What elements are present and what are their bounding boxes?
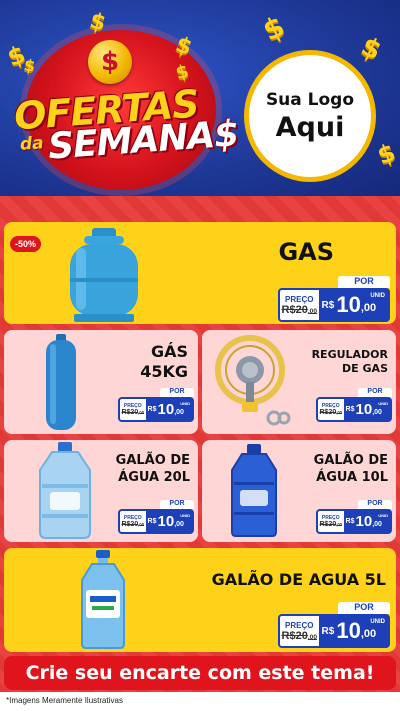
unit-label: UNID bbox=[370, 619, 385, 625]
unit-label: UNID bbox=[378, 401, 388, 406]
price-cents: ,00 bbox=[360, 302, 377, 314]
price-tag: POR PREÇO R$20,00 R$ 10 ,00 UNID bbox=[118, 500, 194, 534]
discount-badge: -50% bbox=[10, 236, 42, 252]
currency-symbol: R$ bbox=[345, 406, 355, 413]
product-name: REGULADOR DE GAS bbox=[311, 348, 388, 375]
old-price: R$20,00 bbox=[121, 521, 145, 528]
product-card-gas-45kg[interactable]: GÁS 45KG POR PREÇO R$20,00 R$ 10 ,00 UNI… bbox=[4, 330, 198, 434]
currency-symbol: R$ bbox=[321, 299, 335, 311]
unit-label: UNID bbox=[180, 513, 190, 518]
header-banner: $ $ $ $ $ $ $ $ $ OFERTAS da SEMANA$ Sua… bbox=[0, 0, 400, 196]
price-amount: 10 bbox=[355, 513, 373, 530]
price-cents: ,00 bbox=[174, 521, 184, 528]
por-label: POR bbox=[160, 388, 194, 397]
price-tag: POR PREÇO R$20,00 R$ 10 ,00 UNID bbox=[278, 276, 390, 322]
unit-label: UNID bbox=[378, 513, 388, 518]
price-amount: 10 bbox=[336, 618, 361, 643]
price-amount: 10 bbox=[157, 401, 175, 418]
preco-label: PREÇO bbox=[285, 620, 314, 630]
water-bottle-5l-icon bbox=[81, 550, 125, 649]
price-cents: ,00 bbox=[372, 521, 382, 528]
dollar-sign-icon: $ bbox=[22, 55, 37, 76]
dollar-sign-icon: $ bbox=[257, 9, 290, 48]
logo-text-line2: Aqui bbox=[275, 111, 345, 143]
logo-placeholder: Sua Logo Aqui bbox=[244, 50, 376, 182]
water-jug-10l-icon bbox=[231, 444, 277, 537]
disclaimer-text: *Imagens Meramente Ilustrativas bbox=[0, 692, 400, 711]
old-price: R$20,00 bbox=[319, 409, 343, 416]
price-tag: POR PREÇO R$20,00 R$ 10 ,00 UNID bbox=[278, 602, 390, 648]
product-name: GALÃO DE ÁGUA 20L bbox=[115, 453, 190, 485]
currency-symbol: R$ bbox=[147, 406, 157, 413]
unit-label: UNID bbox=[180, 401, 190, 406]
gas-regulator-icon bbox=[215, 335, 291, 426]
old-price: R$20,00 bbox=[281, 303, 318, 316]
gas-cylinder-icon bbox=[70, 228, 138, 322]
por-label: POR bbox=[358, 500, 392, 509]
product-card-galao-10l[interactable]: GALÃO DE ÁGUA 10L POR PREÇO R$20,00 R$ 1… bbox=[202, 440, 396, 542]
price-cents: ,00 bbox=[372, 409, 382, 416]
dollar-sign-icon: $ bbox=[356, 31, 386, 67]
price-amount: 10 bbox=[336, 292, 361, 317]
price-cents: ,00 bbox=[360, 628, 377, 640]
por-label: POR bbox=[160, 500, 194, 509]
dollar-sign-icon: $ bbox=[373, 137, 399, 171]
por-label: POR bbox=[358, 388, 392, 397]
price-tag: POR PREÇO R$20,00 R$ 10 ,00 UNID bbox=[118, 388, 194, 422]
product-card-regulador[interactable]: REGULADOR DE GAS POR PREÇO R$20,00 R$ 10… bbox=[202, 330, 396, 434]
unit-label: UNID bbox=[370, 293, 385, 299]
price-cents: ,00 bbox=[174, 409, 184, 416]
por-label: POR bbox=[338, 276, 390, 288]
product-name: GALÃO DE AGUA 5L bbox=[211, 570, 386, 589]
price-tag: POR PREÇO R$20,00 R$ 10 ,00 UNID bbox=[316, 500, 392, 534]
currency-symbol: R$ bbox=[147, 518, 157, 525]
product-card-gas[interactable]: -50% GAS POR PREÇO R$20,00 R$ 10 ,00 UNI… bbox=[4, 222, 396, 324]
product-card-galao-20l[interactable]: GALÃO DE ÁGUA 20L POR PREÇO R$20,00 R$ 1… bbox=[4, 440, 198, 542]
currency-symbol: R$ bbox=[321, 625, 335, 637]
tall-gas-cylinder-icon bbox=[46, 334, 76, 430]
currency-symbol: R$ bbox=[345, 518, 355, 525]
water-jug-20l-icon bbox=[39, 442, 91, 539]
logo-text-line1: Sua Logo bbox=[265, 89, 355, 110]
old-price: R$20,00 bbox=[281, 629, 318, 642]
price-amount: 10 bbox=[157, 513, 175, 530]
preco-label: PREÇO bbox=[285, 294, 314, 304]
old-price: R$20,00 bbox=[121, 409, 145, 416]
por-label: POR bbox=[338, 602, 390, 614]
product-name: GAS bbox=[278, 238, 334, 266]
dollar-coin-icon: $ bbox=[88, 40, 132, 84]
product-name: GÁS 45KG bbox=[140, 342, 188, 381]
title-da: da bbox=[19, 133, 45, 155]
old-price: R$20,00 bbox=[319, 521, 343, 528]
product-name: GALÃO DE ÁGUA 10L bbox=[313, 453, 388, 485]
product-card-galao-5l[interactable]: GALÃO DE AGUA 5L POR PREÇO R$20,00 R$ 10… bbox=[4, 548, 396, 652]
price-amount: 10 bbox=[355, 401, 373, 418]
cta-banner[interactable]: Crie seu encarte com este tema! bbox=[4, 656, 396, 690]
price-tag: POR PREÇO R$20,00 R$ 10 ,00 UNID bbox=[316, 388, 392, 422]
